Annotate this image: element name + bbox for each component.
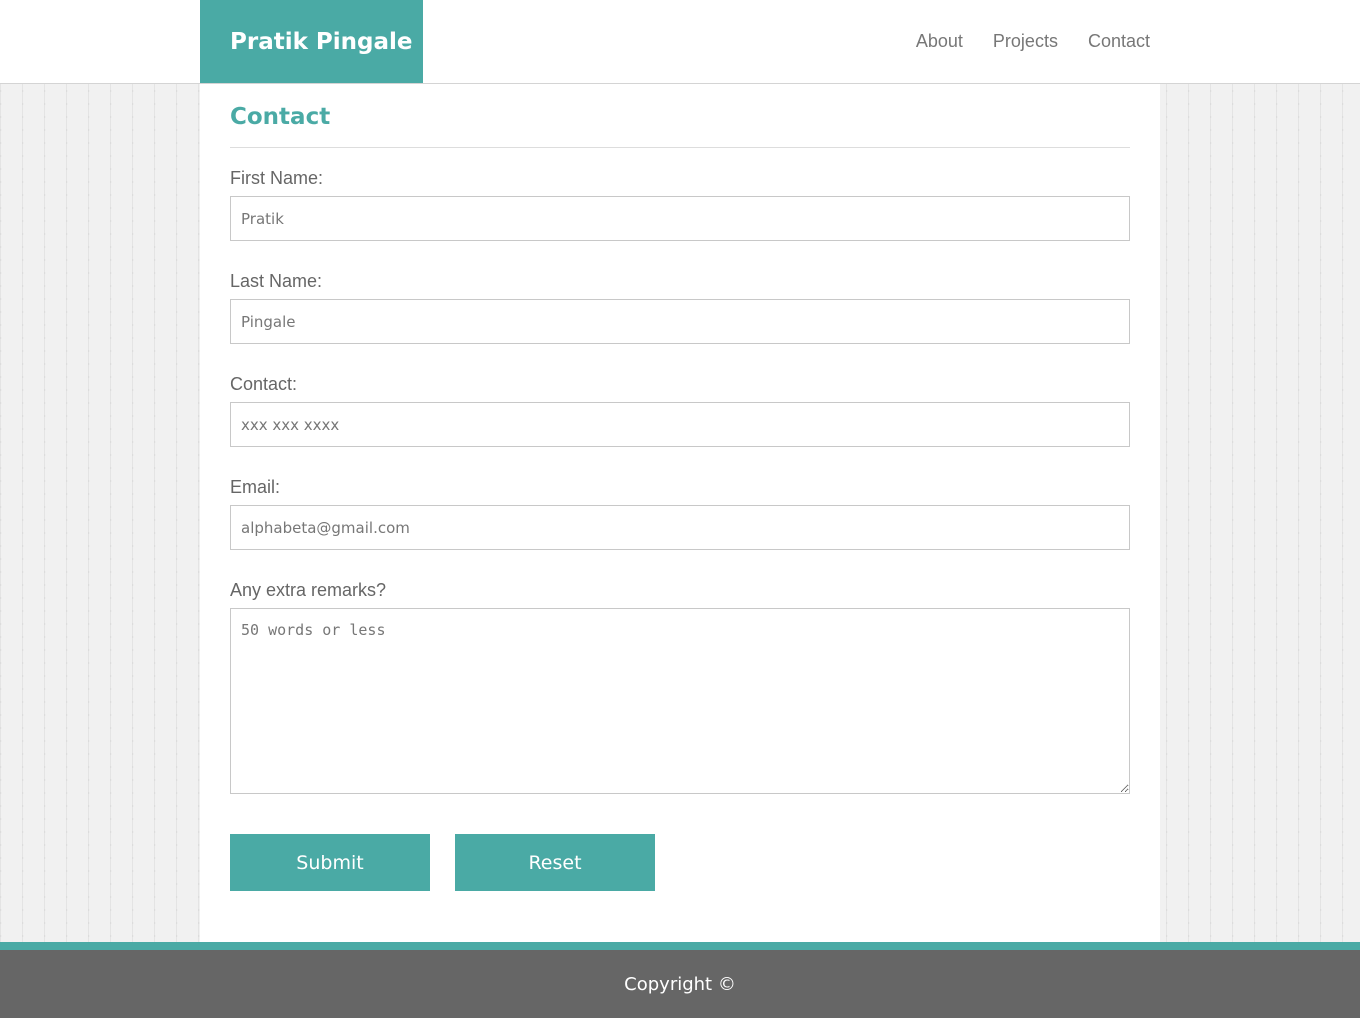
email-label: Email: <box>230 477 281 497</box>
contact-input[interactable] <box>230 402 1130 447</box>
main-nav: About Projects Contact <box>916 0 1150 83</box>
reset-button[interactable]: Reset <box>455 834 655 891</box>
first-name-input[interactable] <box>230 196 1130 241</box>
form-buttons: Submit Reset <box>230 834 1130 891</box>
contact-label: Contact: <box>230 374 298 394</box>
email-input[interactable] <box>230 505 1130 550</box>
site-footer: Copyright © <box>0 942 1360 1018</box>
contact-section: Contact First Name: Last Name: Contact: … <box>200 84 1160 942</box>
submit-button[interactable]: Submit <box>230 834 430 891</box>
nav-contact-link[interactable]: Contact <box>1088 31 1150 52</box>
site-header: Pratik Pingale About Projects Contact <box>0 0 1360 84</box>
site-brand[interactable]: Pratik Pingale <box>200 0 423 83</box>
remarks-label: Any extra remarks? <box>230 580 387 600</box>
copyright-text: Copyright © <box>624 973 736 995</box>
remarks-textarea[interactable] <box>230 608 1130 794</box>
last-name-input[interactable] <box>230 299 1130 344</box>
contact-form: First Name: Last Name: Contact: Email: A… <box>230 168 1130 891</box>
first-name-label: First Name: <box>230 168 324 188</box>
page-title: Contact <box>230 84 1130 148</box>
nav-about-link[interactable]: About <box>916 31 963 52</box>
last-name-label: Last Name: <box>230 271 323 291</box>
nav-projects-link[interactable]: Projects <box>993 31 1058 52</box>
